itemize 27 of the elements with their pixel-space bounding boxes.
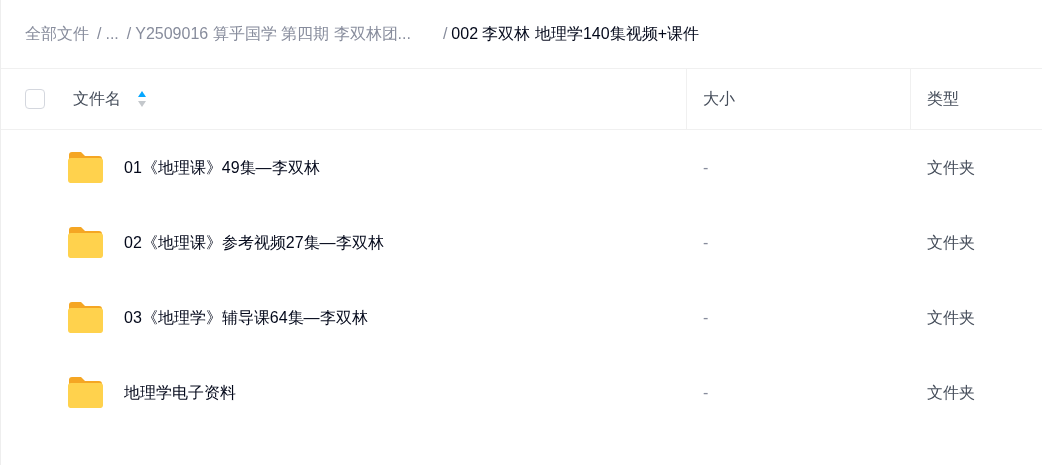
sort-icon[interactable] bbox=[137, 90, 147, 108]
table-cell-text: 文件夹 bbox=[927, 382, 975, 403]
breadcrumb-link[interactable]: Y2509016 算乎国学 第四期 李双林团... bbox=[135, 22, 411, 46]
table-cell-text: 文件夹 bbox=[927, 157, 975, 178]
breadcrumb-link[interactable]: 全部文件 bbox=[25, 22, 89, 46]
column-header[interactable]: 文件名 bbox=[73, 87, 121, 111]
folder-icon bbox=[67, 301, 104, 334]
table-cell-text: - bbox=[703, 232, 709, 253]
column-header[interactable]: 类型 bbox=[927, 87, 959, 111]
table-cell-text: 文件夹 bbox=[927, 307, 975, 328]
folder-icon bbox=[67, 226, 104, 259]
column-header[interactable]: 大小 bbox=[703, 87, 735, 111]
breadcrumb-separator: / bbox=[97, 24, 102, 44]
file-name[interactable]: 01《地理课》49集—李双林 bbox=[124, 155, 320, 180]
table-cell-text: 文件夹 bbox=[927, 232, 975, 253]
select-all-checkbox[interactable] bbox=[25, 89, 45, 109]
file-name[interactable]: 03《地理学》辅导课64集—李双林 bbox=[124, 305, 368, 330]
table-cell-text: - bbox=[703, 157, 709, 178]
breadcrumb-separator: / bbox=[126, 24, 132, 44]
breadcrumb-link[interactable]: 002 李双林 地理学140集视频+课件 bbox=[451, 22, 699, 46]
table-cell-text: - bbox=[703, 307, 709, 328]
file-name[interactable]: 02《地理课》参考视频27集—李双林 bbox=[124, 230, 384, 255]
table-cell-text: - bbox=[703, 382, 709, 403]
folder-icon bbox=[67, 151, 104, 184]
file-name[interactable]: 地理学电子资料 bbox=[124, 380, 236, 405]
breadcrumb-separator: / bbox=[442, 24, 448, 44]
folder-icon bbox=[67, 376, 104, 409]
